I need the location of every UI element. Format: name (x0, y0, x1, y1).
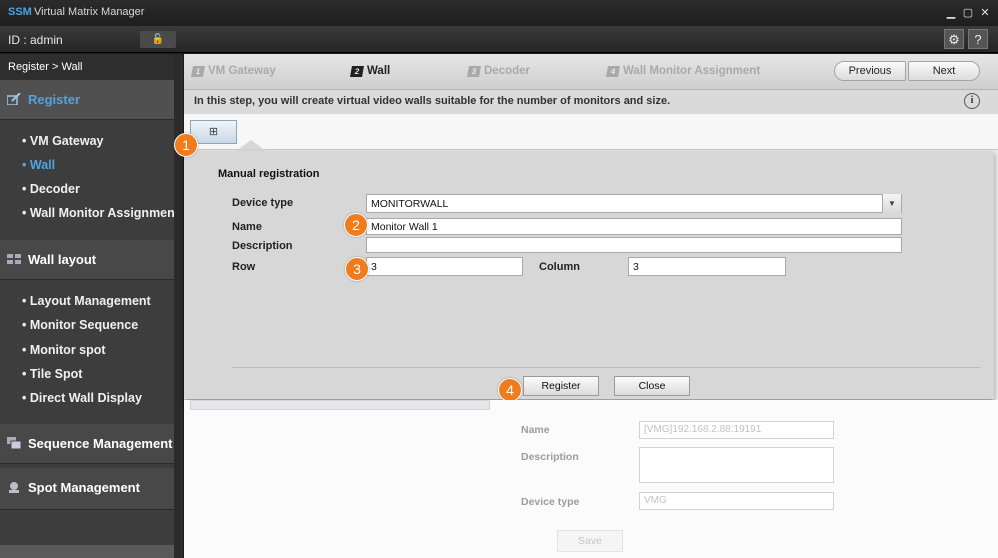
chevron-down-icon[interactable]: ▼ (882, 194, 901, 213)
sidebar-section-wall-layout[interactable]: Wall layout (0, 240, 174, 280)
divider (232, 367, 980, 368)
maximize-icon[interactable]: ▢ (961, 6, 975, 20)
grid-icon (7, 253, 21, 265)
next-button[interactable]: Next (908, 61, 980, 81)
sidebar-section-register[interactable]: Register (0, 80, 174, 120)
row-input[interactable]: 3 (366, 257, 523, 276)
column-input[interactable]: 3 (628, 257, 786, 276)
minimize-icon[interactable]: ▁ (944, 6, 958, 20)
row-label: Row (232, 261, 256, 273)
sidebar-section-sequence-management[interactable]: Sequence Management (0, 424, 174, 464)
sidebar-section-label: Spot Management (28, 480, 140, 495)
sidebar-item-decoder[interactable]: Decoder (22, 182, 80, 196)
info-text: In this step, you will create virtual vi… (194, 95, 671, 107)
previous-button[interactable]: Previous (834, 61, 906, 81)
title-bar: SSM Virtual Matrix Manager (0, 0, 998, 26)
step-wall[interactable]: 2 Wall (350, 65, 391, 77)
step-label: Wall (367, 65, 391, 77)
step-badge: 3 (345, 257, 369, 281)
dialog-title: Manual registration (218, 168, 320, 180)
bg-description-label: Description (521, 451, 579, 463)
bg-device-type-field: VMG (639, 492, 834, 510)
sidebar-scrollbar[interactable] (174, 54, 183, 558)
app-title: Virtual Matrix Manager (34, 6, 145, 18)
save-button: Save (557, 530, 623, 552)
step-number: 1 (191, 66, 205, 77)
gear-icon[interactable]: ⚙ (944, 29, 964, 49)
device-type-value: MONITORWALL (371, 198, 449, 210)
info-icon[interactable]: i (964, 93, 980, 109)
column-label: Column (539, 261, 580, 273)
sidebar-hscrollbar[interactable] (0, 545, 174, 558)
step-label: Wall Monitor Assignment (623, 65, 761, 77)
register-icon (6, 92, 21, 106)
sidebar-item-monitor-sequence[interactable]: Monitor Sequence (22, 318, 138, 332)
lock-icon: 🔓 (151, 34, 165, 45)
bg-name-label: Name (521, 424, 550, 436)
step-wall-monitor-assignment[interactable]: 4 Wall Monitor Assignment (606, 65, 761, 77)
manual-registration-dialog (184, 151, 994, 399)
close-button[interactable]: Close (614, 376, 690, 396)
sidebar-section-label: Wall layout (28, 252, 97, 267)
breadcrumb: Register > Wall (0, 54, 174, 80)
sidebar-section-label: Sequence Management (28, 436, 173, 451)
lock-button[interactable]: 🔓 (140, 31, 176, 48)
sidebar-section-spot-management[interactable]: Spot Management (0, 468, 174, 510)
sidebar-item-wall-monitor-assignment[interactable]: Wall Monitor Assignment (22, 206, 179, 220)
step-label: Decoder (484, 65, 531, 77)
device-list-scrollbar[interactable] (190, 400, 490, 410)
sidebar-item-monitor-spot[interactable]: Monitor spot (22, 343, 106, 357)
add-device-icon: ⊞ (208, 126, 219, 138)
sidebar-item-direct-wall-display[interactable]: Direct Wall Display (22, 391, 142, 405)
sidebar-item-layout-management[interactable]: Layout Management (22, 294, 151, 308)
step-number: 2 (350, 66, 364, 77)
sequence-icon (7, 437, 22, 450)
bg-description-field (639, 447, 834, 483)
description-input[interactable] (366, 237, 902, 253)
device-type-select[interactable]: MONITORWALL (366, 194, 902, 213)
help-icon[interactable]: ? (968, 29, 988, 49)
app-brand: SSM (8, 6, 32, 18)
sidebar-item-vm-gateway[interactable]: VM Gateway (22, 134, 104, 148)
step-badge: 4 (498, 378, 522, 402)
bg-name-field: [VMG]192.168.2.88:19191 (639, 421, 834, 439)
sidebar-item-tile-spot[interactable]: Tile Spot (22, 367, 83, 381)
toolbar-strip (184, 114, 998, 150)
name-input[interactable]: Monitor Wall 1 (366, 218, 902, 235)
step-vm-gateway[interactable]: 1 VM Gateway (191, 65, 276, 77)
info-bar: In this step, you will create virtual vi… (184, 90, 998, 114)
step-decoder[interactable]: 3 Decoder (467, 65, 531, 77)
step-number: 4 (606, 66, 620, 77)
step-label: VM Gateway (208, 65, 276, 77)
name-label: Name (232, 221, 262, 233)
register-button[interactable]: Register (523, 376, 599, 396)
step-number: 3 (467, 66, 481, 77)
sidebar-section-label: Register (28, 92, 81, 107)
bg-device-type-label: Device type (521, 496, 580, 508)
sidebar-item-wall[interactable]: Wall (22, 158, 55, 172)
spot-icon (7, 481, 21, 493)
step-badge: 1 (174, 133, 198, 157)
device-type-label: Device type (232, 197, 294, 209)
description-label: Description (232, 240, 293, 252)
step-badge: 2 (344, 213, 368, 237)
close-icon[interactable]: ✕ (978, 6, 992, 20)
user-id: ID : admin (8, 33, 63, 47)
